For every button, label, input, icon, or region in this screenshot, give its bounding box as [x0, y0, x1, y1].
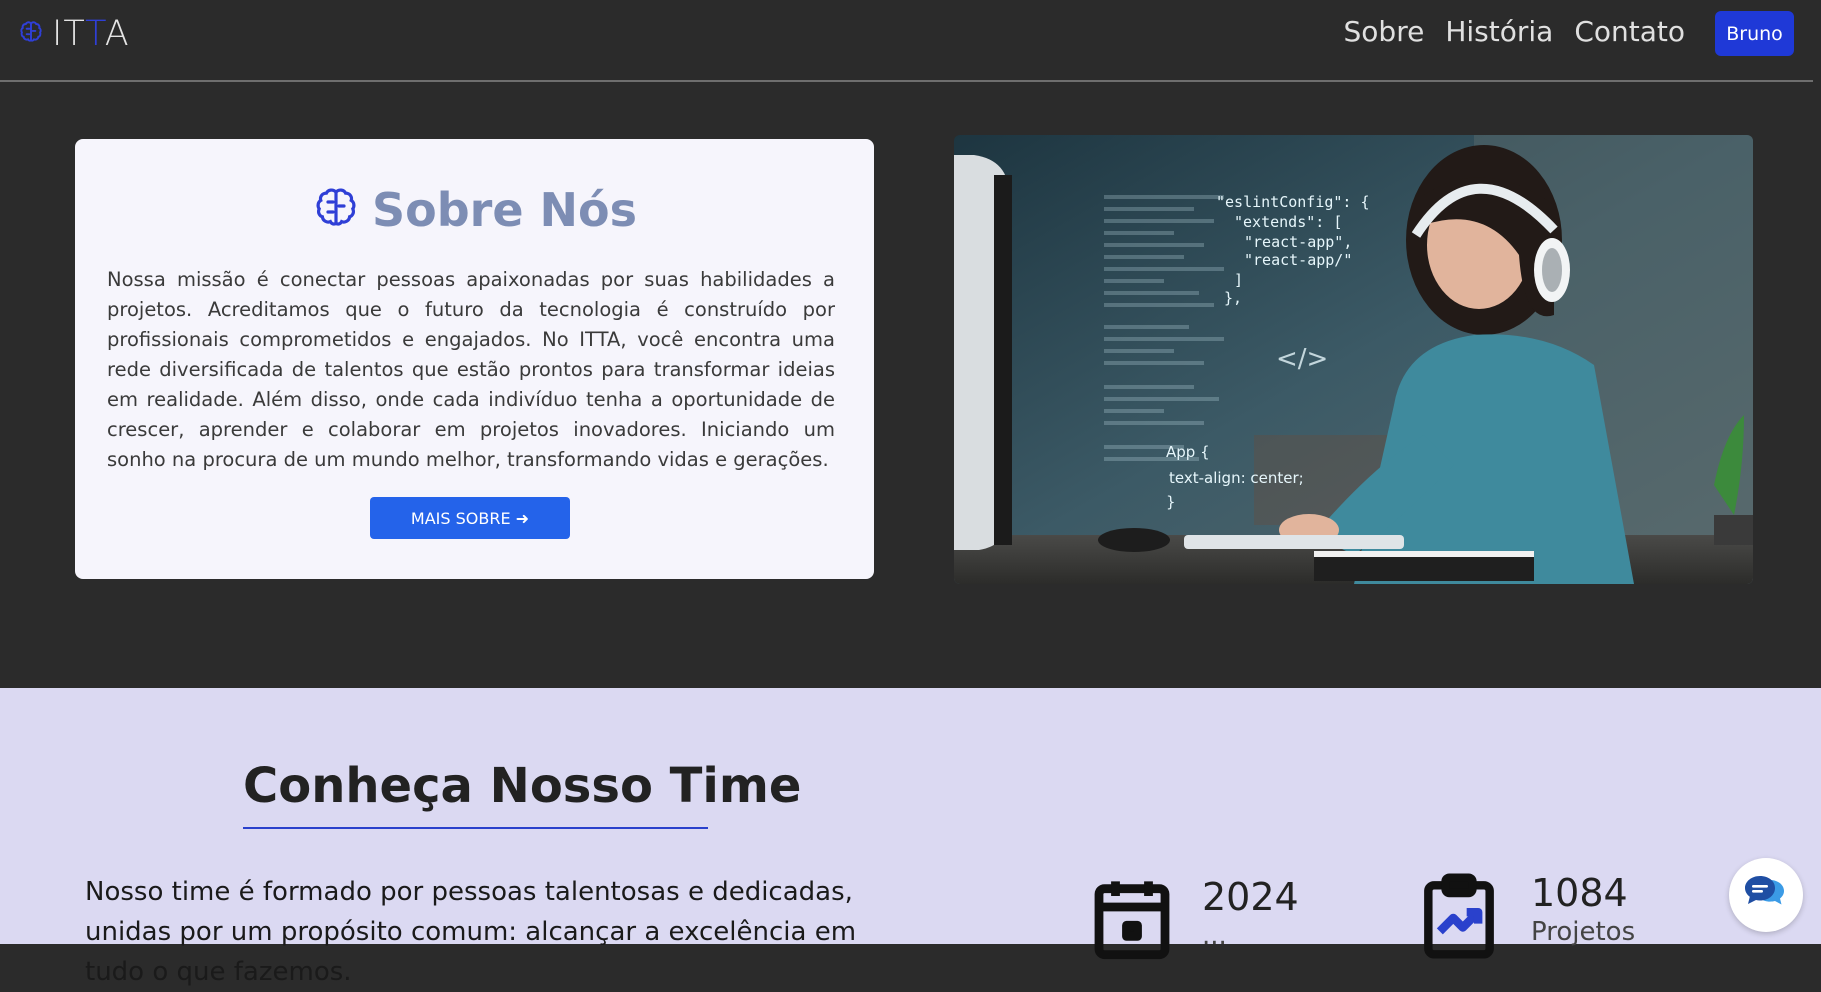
team-description: Nosso time é formado por pessoas talento… [85, 877, 857, 987]
about-heading: Sobre Nós [75, 183, 874, 237]
brain-icon [18, 19, 44, 49]
nav-link-historia[interactable]: História [1445, 14, 1553, 50]
chat-bubbles-icon [1744, 874, 1788, 917]
clipboard-chart-icon [1413, 870, 1505, 966]
stat-value: 2024 [1202, 875, 1299, 919]
hero-code-tag: </> [1276, 344, 1328, 374]
hero-code-line: "react-app", [1244, 233, 1352, 251]
hero-code-line: "eslintConfig": { [1216, 193, 1370, 211]
navbar: ITTA Sobre História Contato Bruno [0, 0, 1813, 82]
team-title: Conheça Nosso Time [243, 758, 802, 814]
about-title: Sobre Nós [371, 183, 638, 237]
nav-link-contato[interactable]: Contato [1574, 14, 1685, 50]
stat-year: 2024 ... [1088, 874, 1299, 966]
more-about-button[interactable]: MAIS SOBRE ➜ [370, 497, 570, 539]
hero-image: "eslintConfig": { "extends": [ "react-ap… [954, 135, 1753, 584]
hero-css-line: App { [1166, 443, 1210, 461]
about-description: Nossa missão é conectar pessoas apaixona… [107, 268, 835, 471]
chat-button[interactable] [1729, 858, 1803, 932]
brand-logo[interactable]: ITTA [18, 14, 130, 54]
nav-links: Sobre História Contato [1344, 14, 1685, 50]
nav-link-sobre[interactable]: Sobre [1344, 14, 1425, 50]
stat-value: 1084 [1531, 871, 1628, 915]
stat-projects: 1084 Projetos [1413, 870, 1635, 966]
team-title-underline [243, 827, 708, 829]
about-card: Sobre Nós Nossa missão é conectar pessoa… [75, 139, 874, 579]
hero-css-line: } [1166, 493, 1176, 511]
user-account-button[interactable]: Bruno [1715, 11, 1794, 56]
hero-code-line: "react-app/" [1244, 251, 1352, 269]
brain-icon [312, 184, 360, 236]
team-section: Conheça Nosso Time Nosso time é formado … [0, 688, 1821, 987]
stat-label: ... [1202, 921, 1227, 951]
hero-code-line: }, [1224, 289, 1242, 307]
brand-name: ITTA [52, 14, 130, 54]
hero-css-line: text-align: center; [1169, 469, 1304, 487]
hero-code-line: "extends": [ [1234, 213, 1342, 231]
stat-label: Projetos [1531, 917, 1636, 947]
hero-code-line: ] [1234, 271, 1243, 289]
calendar-icon [1088, 874, 1176, 966]
